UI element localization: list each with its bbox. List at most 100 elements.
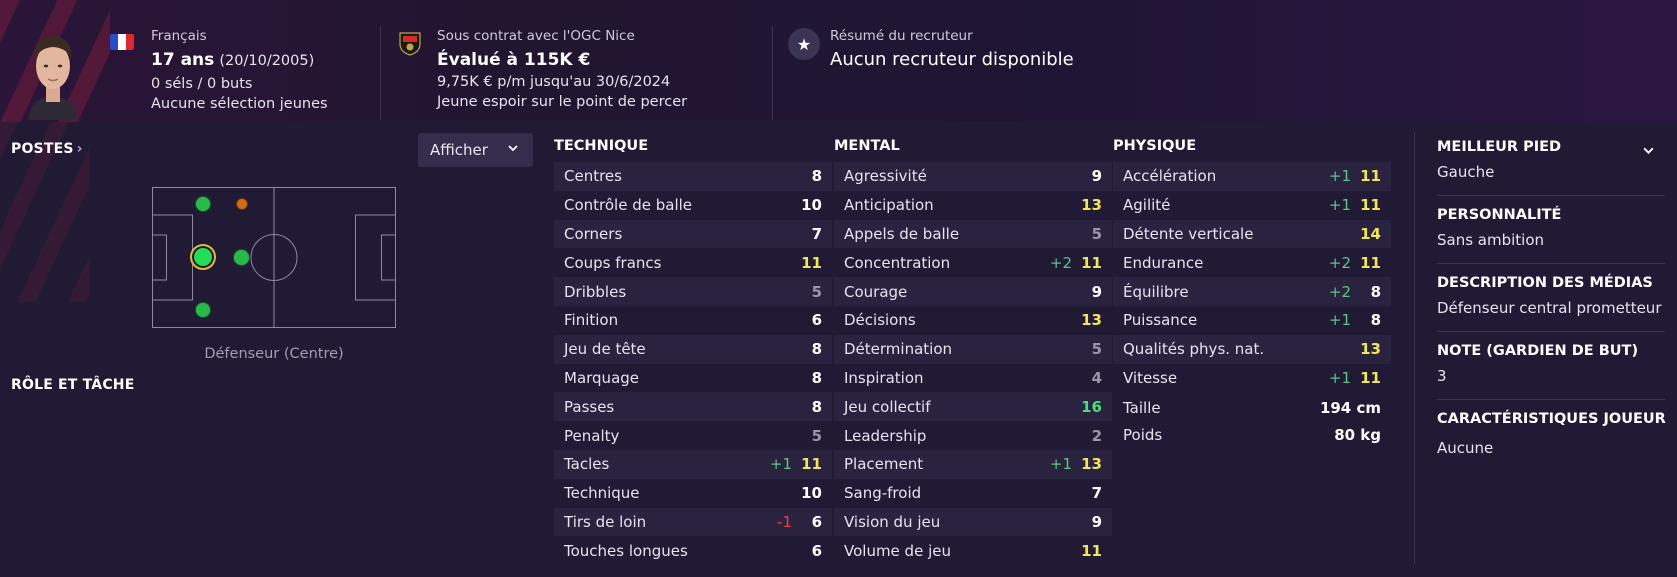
attribute-label: Tirs de loin [564,512,647,531]
attribute-row[interactable]: Jeu collectif 16 [834,392,1112,422]
position-marker-dm-left[interactable] [236,198,248,210]
attribute-row[interactable]: Équilibre +2 8 [1113,277,1391,306]
attribute-row[interactable]: Détermination 5 [834,334,1112,364]
attribute-row[interactable]: Finition 6 [554,306,832,335]
physique-title: PHYSIQUE [1113,138,1197,154]
position-label: Défenseur (Centre) [204,346,344,362]
chevron-down-icon[interactable] [1642,144,1655,161]
player-value: Évalué à 115K € [437,50,591,70]
positions-title-label: POSTES [11,141,74,157]
attribute-value: 13 [1081,311,1102,330]
attribute-label: Corners [564,224,623,243]
attribute-row[interactable]: Sang-froid 7 [834,479,1112,508]
attribute-row[interactable]: Contrôle de balle 10 [554,191,832,220]
personality-value: Sans ambition [1437,231,1545,249]
attribute-value: 5 [811,426,822,445]
attribute-row[interactable]: Penalty 5 [554,421,832,450]
attribute-value: 5 [811,282,822,301]
ogc-nice-badge-icon[interactable] [398,30,422,56]
attribute-label: Dribbles [564,282,627,301]
attribute-value: 11 [1081,541,1102,560]
physique-attributes: Accélération +1 11 Agilité +1 11 Détente verti… [1113,162,1391,392]
info-separator [1437,195,1665,196]
attribute-row[interactable]: Passes 8 [554,392,832,422]
media-description-title: DESCRIPTION DES MÉDIAS [1437,275,1653,291]
position-marker-dr[interactable] [195,302,211,318]
attribute-row[interactable]: Agressivité 9 [834,162,1112,191]
weight-value: 80 kg [1334,426,1381,444]
attribute-change: +1 [1328,196,1351,215]
header-divider [380,26,381,120]
attribute-row[interactable]: Technique 10 [554,479,832,508]
attribute-row[interactable]: Vitesse +1 11 [1113,364,1391,393]
attribute-value: 13 [1081,196,1102,215]
mental-attributes: Agressivité 9 Anticipation 13 Appels de ball… [834,162,1112,565]
player-status: Jeune espoir sur le point de percer [437,94,688,110]
attribute-row[interactable]: Tirs de loin -1 6 [554,507,832,537]
attribute-row[interactable]: Appels de balle 5 [834,219,1112,249]
attribute-label: Vision du jeu [844,512,941,531]
attribute-row[interactable]: Leadership 2 [834,421,1112,450]
preferred-foot-value: Gauche [1437,163,1495,181]
attribute-row[interactable]: Accélération +1 11 [1113,162,1391,191]
attribute-row[interactable]: Courage 9 [834,277,1112,306]
attribute-value: 9 [1091,167,1102,186]
attribute-value: 8 [811,397,822,416]
attribute-label: Anticipation [844,196,934,215]
attribute-row[interactable]: Centres 8 [554,162,832,191]
attribute-row[interactable]: Jeu de tête 8 [554,334,832,364]
attribute-label: Endurance [1123,253,1204,272]
attribute-row[interactable]: Vision du jeu 9 [834,507,1112,537]
attribute-value: 8 [811,340,822,359]
caps: 0 séls / 0 buts [151,76,253,92]
attribute-row[interactable]: Coups francs 11 [554,248,832,277]
attribute-row[interactable]: Détente verticale 14 [1113,219,1391,249]
attribute-label: Sang-froid [844,484,922,503]
attribute-label: Volume de jeu [844,541,951,560]
attribute-row[interactable]: Placement +1 13 [834,449,1112,479]
attribute-label: Marquage [564,368,640,387]
attribute-change: +1 [1049,455,1072,474]
attribute-row[interactable]: Concentration +2 11 [834,248,1112,277]
attribute-value: 4 [1091,368,1102,387]
positions-title[interactable]: POSTES › [11,141,83,157]
info-separator [1437,263,1665,264]
gk-rating-value: 3 [1437,367,1447,385]
attribute-label: Jeu collectif [844,397,931,416]
attribute-row[interactable]: Tacles +1 11 [554,449,832,479]
attribute-value: 11 [1081,253,1102,272]
attribute-row[interactable]: Volume de jeu 11 [834,536,1112,565]
personality-title: PERSONNALITÉ [1437,207,1562,223]
attribute-value: 11 [801,253,822,272]
show-dropdown-button[interactable]: Afficher [418,133,533,167]
position-marker-dl[interactable] [195,196,211,212]
position-marker-dc-natural[interactable] [190,244,216,270]
attribute-change: +2 [1049,253,1072,272]
attribute-row[interactable]: Touches longues 6 [554,536,832,565]
age-line: 17 ans (20/10/2005) [151,50,314,70]
attribute-label: Concentration [844,253,951,272]
role-duty-title: RÔLE ET TÂCHE [11,377,135,393]
attribute-row[interactable]: Anticipation 13 [834,191,1112,220]
attribute-label: Inspiration [844,368,924,387]
attribute-label: Décisions [844,311,916,330]
attribute-value: 11 [1360,167,1381,186]
contract-status[interactable]: Sous contrat avec l'OGC Nice [437,28,635,44]
attribute-row[interactable]: Puissance +1 8 [1113,306,1391,335]
nationality: Français [151,28,207,44]
attribute-label: Tacles [564,455,610,474]
attribute-label: Technique [564,484,640,503]
attribute-row[interactable]: Endurance +2 11 [1113,248,1391,277]
attribute-row[interactable]: Dribbles 5 [554,277,832,306]
attribute-row[interactable]: Agilité +1 11 [1113,191,1391,220]
attribute-value: 13 [1360,340,1381,359]
media-description-value: Défenseur central prometteur [1437,299,1662,317]
attribute-row[interactable]: Corners 7 [554,219,832,249]
position-marker-dmc[interactable] [233,249,250,266]
attribute-row[interactable]: Inspiration 4 [834,364,1112,393]
attribute-row[interactable]: Qualités phys. nat. 13 [1113,334,1391,364]
attribute-row[interactable]: Décisions 13 [834,306,1112,335]
attribute-value: 10 [801,484,822,503]
attribute-row[interactable]: Marquage 8 [554,364,832,393]
preferred-foot-title: MEILLEUR PIED [1437,139,1562,155]
